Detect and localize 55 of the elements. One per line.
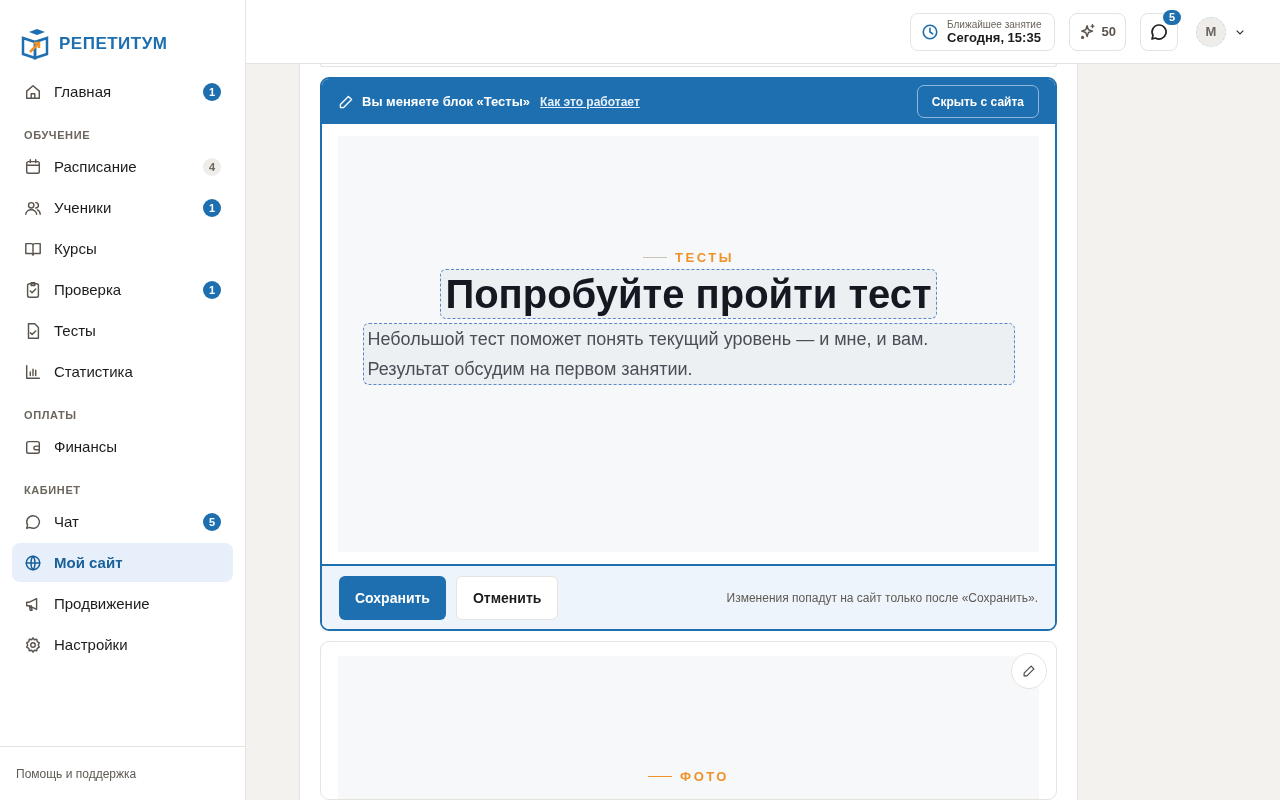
sparkle-icon: [1078, 22, 1097, 41]
chat-bubble-icon: [24, 512, 42, 531]
clock-icon: [921, 22, 940, 41]
home-icon: [24, 82, 42, 101]
next-lesson-time: Сегодня, 15:35: [947, 29, 1042, 45]
globe-icon: [24, 553, 42, 572]
edit-button[interactable]: [1011, 653, 1047, 689]
nav-item[interactable]: Курсы: [12, 229, 233, 268]
count-badge: 1: [203, 280, 221, 299]
help-link[interactable]: Как это работает: [540, 94, 640, 109]
count-badge: 5: [203, 512, 221, 531]
next-lesson-label: Ближайшее занятие: [947, 18, 1042, 30]
logo-icon: [21, 27, 49, 60]
nav-item[interactable]: Финансы: [12, 427, 233, 466]
calendar-icon: [24, 157, 42, 176]
editable-text[interactable]: Небольшой тест поможет понять текущий уровень — и мне, и вам. Результат обсудим на первом занятии.: [362, 323, 1015, 385]
save-note: Изменения попадут на сайт только после «Сохранить».: [726, 590, 1038, 605]
settings-icon: [24, 635, 42, 654]
help-link[interactable]: Помощь и поддержка: [16, 766, 137, 781]
editor-title: Вы меняете блок «Тесты»: [362, 94, 531, 109]
chat-bubble-icon: [1149, 21, 1169, 42]
points-button[interactable]: 50: [1068, 12, 1126, 51]
count-badge: 1: [203, 198, 221, 217]
eyebrow-label: ТЕСТЫ: [675, 250, 734, 265]
nav-item[interactable]: Мой сайт: [12, 543, 233, 582]
editable-heading[interactable]: Попробуйте пройти тест: [440, 269, 937, 319]
eyebrow-line: [648, 776, 673, 777]
hide-button[interactable]: Скрыть с сайта: [916, 85, 1039, 118]
nav-item[interactable]: Настройки: [12, 625, 233, 664]
eyebrow-line: [643, 257, 668, 258]
nav-item[interactable]: Чат 5: [12, 502, 233, 541]
clipboard-icon: [24, 280, 42, 299]
nav-item[interactable]: Тесты: [12, 311, 233, 350]
nav-item[interactable]: Главная 1: [12, 72, 233, 111]
section-heading: ОПЛАТЫ: [23, 408, 78, 423]
pencil-icon: [338, 93, 354, 110]
count-badge: 1: [203, 82, 221, 101]
chat-button[interactable]: 5: [1140, 12, 1178, 51]
eyebrow-label: ФОТО: [680, 769, 729, 784]
bar-chart-icon: [24, 362, 42, 381]
nav-item[interactable]: Продвижение: [12, 584, 233, 623]
avatar[interactable]: М: [1196, 16, 1226, 47]
nav-item[interactable]: Проверка 1: [12, 270, 233, 309]
section-heading: КАБИНЕТ: [23, 483, 82, 498]
section-heading: ОБУЧЕНИЕ: [23, 128, 92, 143]
count-badge: 4: [203, 157, 221, 176]
cancel-button[interactable]: Отменить: [455, 575, 559, 620]
nav-item[interactable]: Расписание 4: [12, 147, 233, 186]
nav-item[interactable]: Ученики 1: [12, 188, 233, 227]
pencil-icon: [1022, 664, 1036, 678]
notification-badge: 5: [1163, 9, 1181, 25]
next-lesson-card[interactable]: Ближайшее занятие Сегодня, 15:35: [910, 12, 1055, 51]
nav-item[interactable]: Статистика: [12, 352, 233, 391]
brand-name: РЕПЕТИТУМ: [59, 33, 168, 54]
save-button[interactable]: Сохранить: [339, 575, 446, 620]
